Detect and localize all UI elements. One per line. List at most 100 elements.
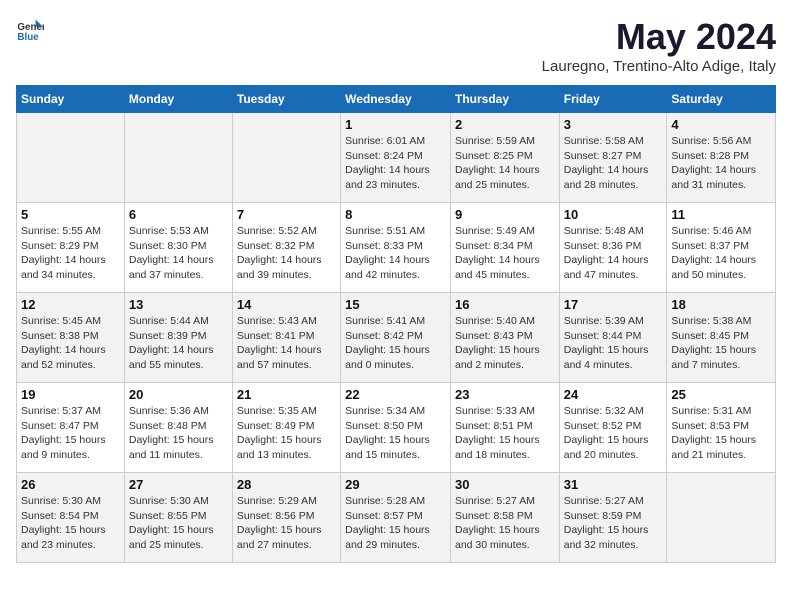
day-number: 14 [237, 297, 336, 312]
day-detail: Sunrise: 5:35 AMSunset: 8:49 PMDaylight:… [237, 404, 336, 463]
day-detail: Sunrise: 5:29 AMSunset: 8:56 PMDaylight:… [237, 494, 336, 553]
day-number: 31 [564, 477, 663, 492]
day-number: 3 [564, 117, 663, 132]
header-day-tuesday: Tuesday [232, 86, 340, 113]
svg-text:Blue: Blue [17, 32, 39, 43]
calendar-cell: 14Sunrise: 5:43 AMSunset: 8:41 PMDayligh… [232, 293, 340, 383]
calendar-cell: 9 Sunrise: 5:49 AMSunset: 8:34 PMDaylight… [450, 203, 559, 293]
day-number: 1 [345, 117, 446, 132]
day-detail: Sunrise: 5:53 AMSunset: 8:30 PMDaylight:… [129, 224, 228, 283]
day-number: 15 [345, 297, 446, 312]
calendar-cell: 12 Sunrise: 5:45 AMSunset: 8:38 PMDayligh… [17, 293, 125, 383]
day-number: 18 [671, 297, 771, 312]
calendar-cell: 15 Sunrise: 5:41 AMSunset: 8:42 PMDayligh… [341, 293, 451, 383]
day-number: 19 [21, 387, 120, 402]
calendar-cell: 24 Sunrise: 5:32 AMSunset: 8:52 PMDayligh… [559, 383, 667, 473]
day-number: 12 [21, 297, 120, 312]
day-detail: Sunrise: 5:30 AMSunset: 8:54 PMDaylight:… [21, 494, 120, 553]
calendar-cell [17, 113, 125, 203]
day-number: 26 [21, 477, 120, 492]
calendar-cell: 27 Sunrise: 5:30 AMSunset: 8:55 PMDayligh… [124, 473, 232, 563]
day-detail: Sunrise: 5:28 AMSunset: 8:57 PMDaylight:… [345, 494, 446, 553]
day-number: 21 [237, 387, 336, 402]
month-year-title: May 2024 [542, 16, 776, 58]
location-subtitle: Lauregno, Trentino-Alto Adige, Italy [542, 58, 776, 75]
logo: General Blue [16, 16, 44, 44]
calendar-cell: 23 Sunrise: 5:33 AMSunset: 8:51 PMDayligh… [450, 383, 559, 473]
day-number: 4 [671, 117, 771, 132]
calendar-cell: 5 Sunrise: 5:55 AMSunset: 8:29 PMDaylight… [17, 203, 125, 293]
day-detail: Sunrise: 5:56 AMSunset: 8:28 PMDaylight:… [671, 134, 771, 193]
day-number: 28 [237, 477, 336, 492]
day-number: 7 [237, 207, 336, 222]
day-number: 23 [455, 387, 555, 402]
week-row-1: 1 Sunrise: 6:01 AMSunset: 8:24 PMDaylight… [17, 113, 776, 203]
calendar-cell: 13Sunrise: 5:44 AMSunset: 8:39 PMDayligh… [124, 293, 232, 383]
week-row-5: 26 Sunrise: 5:30 AMSunset: 8:54 PMDayligh… [17, 473, 776, 563]
week-row-4: 19 Sunrise: 5:37 AMSunset: 8:47 PMDayligh… [17, 383, 776, 473]
calendar-cell: 10 Sunrise: 5:48 AMSunset: 8:36 PMDayligh… [559, 203, 667, 293]
header-row: SundayMondayTuesdayWednesdayThursdayFrid… [17, 86, 776, 113]
day-detail: Sunrise: 5:51 AMSunset: 8:33 PMDaylight:… [345, 224, 446, 283]
week-row-3: 12 Sunrise: 5:45 AMSunset: 8:38 PMDayligh… [17, 293, 776, 383]
calendar-cell: 4 Sunrise: 5:56 AMSunset: 8:28 PMDaylight… [667, 113, 776, 203]
day-detail: Sunrise: 5:45 AMSunset: 8:38 PMDaylight:… [21, 314, 120, 373]
day-detail: Sunrise: 5:38 AMSunset: 8:45 PMDaylight:… [671, 314, 771, 373]
day-number: 29 [345, 477, 446, 492]
calendar-cell: 25Sunrise: 5:31 AMSunset: 8:53 PMDayligh… [667, 383, 776, 473]
day-detail: Sunrise: 5:36 AMSunset: 8:48 PMDaylight:… [129, 404, 228, 463]
day-detail: Sunrise: 5:49 AMSunset: 8:34 PMDaylight:… [455, 224, 555, 283]
calendar-cell [667, 473, 776, 563]
day-number: 20 [129, 387, 228, 402]
day-detail: Sunrise: 5:40 AMSunset: 8:43 PMDaylight:… [455, 314, 555, 373]
calendar-cell: 7 Sunrise: 5:52 AMSunset: 8:32 PMDaylight… [232, 203, 340, 293]
calendar-cell: 19 Sunrise: 5:37 AMSunset: 8:47 PMDayligh… [17, 383, 125, 473]
day-number: 16 [455, 297, 555, 312]
day-detail: Sunrise: 5:37 AMSunset: 8:47 PMDaylight:… [21, 404, 120, 463]
day-detail: Sunrise: 5:41 AMSunset: 8:42 PMDaylight:… [345, 314, 446, 373]
day-detail: Sunrise: 5:48 AMSunset: 8:36 PMDaylight:… [564, 224, 663, 283]
day-number: 27 [129, 477, 228, 492]
day-detail: Sunrise: 5:34 AMSunset: 8:50 PMDaylight:… [345, 404, 446, 463]
calendar-cell [232, 113, 340, 203]
day-number: 9 [455, 207, 555, 222]
day-number: 22 [345, 387, 446, 402]
calendar-cell: 6Sunrise: 5:53 AMSunset: 8:30 PMDaylight… [124, 203, 232, 293]
day-detail: Sunrise: 5:27 AMSunset: 8:58 PMDaylight:… [455, 494, 555, 553]
title-section: May 2024 Lauregno, Trentino-Alto Adige, … [542, 16, 776, 75]
day-detail: Sunrise: 5:30 AMSunset: 8:55 PMDaylight:… [129, 494, 228, 553]
calendar-cell: 21 Sunrise: 5:35 AMSunset: 8:49 PMDayligh… [232, 383, 340, 473]
week-row-2: 5 Sunrise: 5:55 AMSunset: 8:29 PMDaylight… [17, 203, 776, 293]
calendar-cell: 2Sunrise: 5:59 AMSunset: 8:25 PMDaylight… [450, 113, 559, 203]
header-day-wednesday: Wednesday [341, 86, 451, 113]
day-detail: Sunrise: 5:55 AMSunset: 8:29 PMDaylight:… [21, 224, 120, 283]
day-detail: Sunrise: 5:32 AMSunset: 8:52 PMDaylight:… [564, 404, 663, 463]
calendar-cell: 30 Sunrise: 5:27 AMSunset: 8:58 PMDayligh… [450, 473, 559, 563]
page-header: General Blue May 2024 Lauregno, Trentino… [16, 16, 776, 75]
calendar-cell: 22 Sunrise: 5:34 AMSunset: 8:50 PMDayligh… [341, 383, 451, 473]
day-detail: Sunrise: 5:33 AMSunset: 8:51 PMDaylight:… [455, 404, 555, 463]
day-detail: Sunrise: 5:58 AMSunset: 8:27 PMDaylight:… [564, 134, 663, 193]
day-number: 5 [21, 207, 120, 222]
calendar-cell: 20 Sunrise: 5:36 AMSunset: 8:48 PMDayligh… [124, 383, 232, 473]
day-detail: Sunrise: 6:01 AMSunset: 8:24 PMDaylight:… [345, 134, 446, 193]
day-detail: Sunrise: 5:59 AMSunset: 8:25 PMDaylight:… [455, 134, 555, 193]
day-number: 11 [671, 207, 771, 222]
header-day-monday: Monday [124, 86, 232, 113]
day-number: 25 [671, 387, 771, 402]
calendar-cell: 11 Sunrise: 5:46 AMSunset: 8:37 PMDayligh… [667, 203, 776, 293]
calendar-cell: 26 Sunrise: 5:30 AMSunset: 8:54 PMDayligh… [17, 473, 125, 563]
day-detail: Sunrise: 5:44 AMSunset: 8:39 PMDaylight:… [129, 314, 228, 373]
day-detail: Sunrise: 5:52 AMSunset: 8:32 PMDaylight:… [237, 224, 336, 283]
day-detail: Sunrise: 5:46 AMSunset: 8:37 PMDaylight:… [671, 224, 771, 283]
day-number: 10 [564, 207, 663, 222]
day-number: 24 [564, 387, 663, 402]
day-detail: Sunrise: 5:27 AMSunset: 8:59 PMDaylight:… [564, 494, 663, 553]
calendar-cell: 1 Sunrise: 6:01 AMSunset: 8:24 PMDaylight… [341, 113, 451, 203]
day-number: 30 [455, 477, 555, 492]
calendar-table: SundayMondayTuesdayWednesdayThursdayFrid… [16, 85, 776, 563]
calendar-cell: 17Sunrise: 5:39 AMSunset: 8:44 PMDayligh… [559, 293, 667, 383]
header-day-thursday: Thursday [450, 86, 559, 113]
header-day-sunday: Sunday [17, 86, 125, 113]
logo-icon: General Blue [16, 16, 44, 44]
